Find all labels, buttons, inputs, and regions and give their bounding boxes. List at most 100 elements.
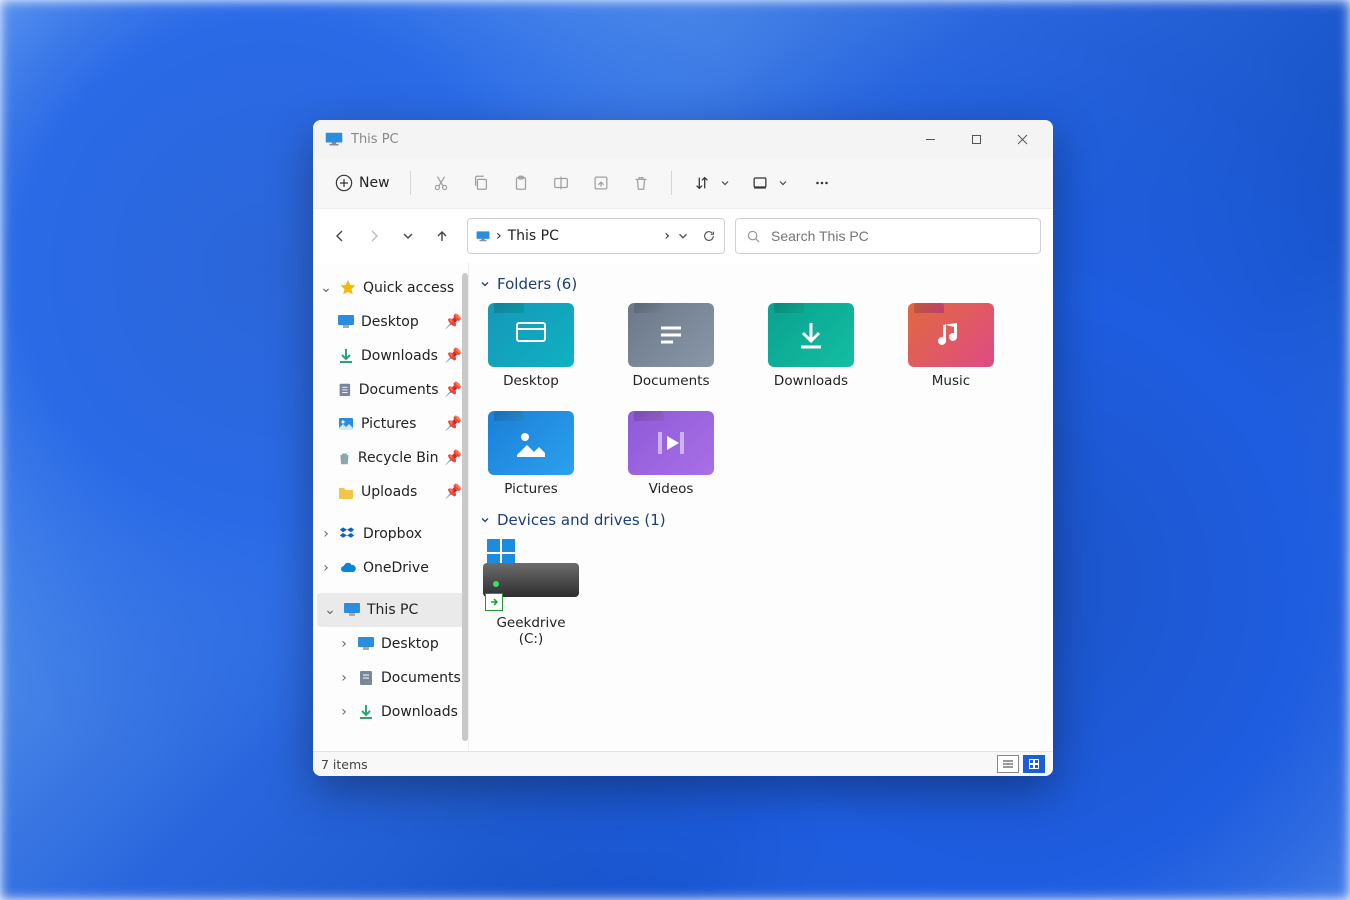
close-button[interactable] — [999, 120, 1045, 158]
star-icon — [339, 279, 357, 297]
section-folders[interactable]: Folders (6) — [479, 275, 1043, 293]
navigation-pane: ⌄ Quick access Desktop 📌 Downloads 📌 Doc… — [313, 263, 469, 751]
sidebar-label: Documents — [381, 670, 461, 686]
new-button[interactable]: New — [327, 168, 398, 198]
this-pc-icon — [343, 601, 361, 619]
sidebar-pc-desktop[interactable]: › Desktop — [313, 627, 468, 661]
refresh-icon[interactable] — [702, 229, 716, 243]
minimize-button[interactable] — [907, 120, 953, 158]
this-pc-icon — [476, 229, 490, 243]
pin-icon: 📌 — [445, 484, 462, 500]
folder-icon — [488, 303, 574, 367]
separator — [410, 171, 411, 195]
chevron-down-icon[interactable] — [778, 178, 788, 188]
download-icon — [337, 347, 355, 365]
search-input[interactable] — [769, 227, 1030, 245]
sidebar-item-documents[interactable]: Documents 📌 — [313, 373, 468, 407]
paste-button[interactable] — [503, 165, 539, 201]
sidebar-label: Quick access — [363, 280, 454, 296]
folder-documents[interactable]: Documents — [625, 303, 717, 389]
sidebar-item-recycle-bin[interactable]: Recycle Bin 📌 — [313, 441, 468, 475]
this-pc-icon — [325, 132, 343, 146]
drive-c[interactable]: Geekdrive (C:) — [485, 539, 577, 647]
sidebar-quick-access[interactable]: ⌄ Quick access — [313, 271, 468, 305]
rename-button[interactable] — [543, 165, 579, 201]
folder-icon — [628, 303, 714, 367]
forward-button[interactable] — [359, 221, 389, 251]
view-button[interactable] — [742, 165, 778, 201]
item-label: Music — [932, 373, 970, 389]
sidebar-pc-documents[interactable]: › Documents — [313, 661, 468, 695]
folder-videos[interactable]: Videos — [625, 411, 717, 497]
sidebar-item-downloads[interactable]: Downloads 📌 — [313, 339, 468, 373]
download-icon — [357, 703, 375, 721]
chevron-down-icon[interactable]: ⌄ — [323, 602, 337, 618]
sort-button[interactable] — [684, 165, 720, 201]
pin-icon: 📌 — [445, 348, 462, 364]
dropbox-icon — [339, 525, 357, 543]
folder-icon — [488, 411, 574, 475]
sidebar-dropbox[interactable]: › Dropbox — [313, 517, 468, 551]
command-bar: New — [313, 158, 1053, 209]
pin-icon: 📌 — [445, 450, 462, 466]
navigation-row: › This PC › — [313, 209, 1053, 263]
sidebar-item-pictures[interactable]: Pictures 📌 — [313, 407, 468, 441]
address-text: This PC — [508, 228, 659, 244]
chevron-right-icon[interactable]: › — [337, 670, 351, 686]
chevron-right-icon: › — [664, 228, 670, 244]
copy-button[interactable] — [463, 165, 499, 201]
sidebar-item-uploads[interactable]: Uploads 📌 — [313, 475, 468, 509]
sidebar-pc-downloads[interactable]: › Downloads — [313, 695, 468, 729]
sidebar-this-pc[interactable]: ⌄ This PC — [317, 593, 464, 627]
chevron-right-icon[interactable]: › — [319, 560, 333, 576]
section-label: Devices and drives (1) — [497, 511, 666, 529]
shortcut-overlay-icon — [485, 593, 503, 611]
up-button[interactable] — [427, 221, 457, 251]
folder-icon — [908, 303, 994, 367]
recent-button[interactable] — [393, 221, 423, 251]
maximize-button[interactable] — [953, 120, 999, 158]
address-bar[interactable]: › This PC › — [467, 218, 725, 254]
separator — [671, 171, 672, 195]
item-label: Downloads — [774, 373, 848, 389]
folder-music[interactable]: Music — [905, 303, 997, 389]
sidebar-label: Recycle Bin — [358, 450, 439, 466]
folder-desktop[interactable]: Desktop — [485, 303, 577, 389]
details-view-button[interactable] — [997, 755, 1019, 773]
file-explorer-window: This PC New › This PC › — [313, 120, 1053, 776]
folder-pictures[interactable]: Pictures — [485, 411, 577, 497]
item-label: Desktop — [503, 373, 559, 389]
item-label: Pictures — [504, 481, 557, 497]
content-pane: Folders (6) Desktop Documents Downloads … — [469, 263, 1053, 751]
section-drives[interactable]: Devices and drives (1) — [479, 511, 1043, 529]
window-title: This PC — [351, 132, 399, 147]
share-button[interactable] — [583, 165, 619, 201]
icons-view-button[interactable] — [1023, 755, 1045, 773]
chevron-right-icon[interactable]: › — [319, 526, 333, 542]
sidebar-label: Pictures — [361, 416, 416, 432]
delete-button[interactable] — [623, 165, 659, 201]
titlebar[interactable]: This PC — [313, 120, 1053, 158]
chevron-down-icon[interactable] — [720, 178, 730, 188]
chevron-down-icon[interactable]: ⌄ — [319, 280, 333, 296]
chevron-right-icon: › — [496, 228, 502, 244]
chevron-right-icon[interactable]: › — [337, 636, 351, 652]
scrollbar[interactable] — [462, 273, 468, 741]
more-button[interactable] — [804, 165, 840, 201]
picture-icon — [337, 415, 355, 433]
search-icon — [746, 229, 761, 244]
sidebar-onedrive[interactable]: › OneDrive — [313, 551, 468, 585]
folder-downloads[interactable]: Downloads — [765, 303, 857, 389]
back-button[interactable] — [325, 221, 355, 251]
sidebar-label: Downloads — [381, 704, 458, 720]
cut-button[interactable] — [423, 165, 459, 201]
chevron-right-icon[interactable]: › — [337, 704, 351, 720]
sidebar-item-desktop[interactable]: Desktop 📌 — [313, 305, 468, 339]
status-bar: 7 items — [313, 751, 1053, 776]
sidebar-label: Desktop — [361, 314, 419, 330]
chevron-down-icon — [479, 514, 491, 526]
chevron-down-icon[interactable] — [676, 229, 690, 243]
sidebar-label: Dropbox — [363, 526, 422, 542]
document-icon — [357, 669, 375, 687]
search-box[interactable] — [735, 218, 1041, 254]
